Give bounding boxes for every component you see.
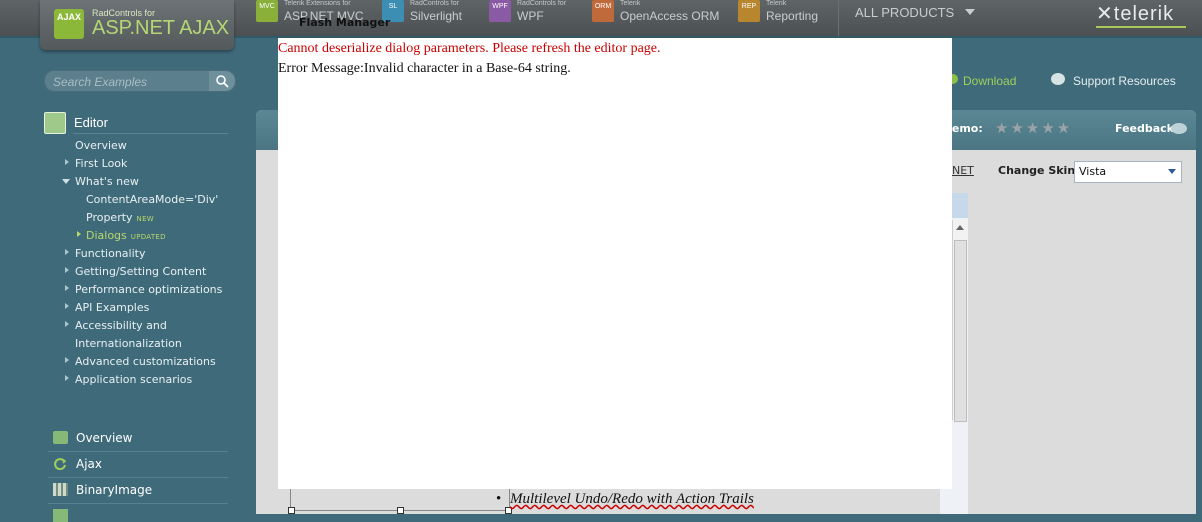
product-subtitle: RadControls for	[517, 0, 567, 7]
product-subtitle: Telerik	[766, 0, 787, 7]
sidebar-item-accessibility[interactable]: Accessibility and	[75, 319, 167, 332]
product-name: WPF	[517, 9, 544, 23]
sidebar-item-advanced-customizations[interactable]: Advanced customizations	[75, 355, 216, 368]
chevron-right-icon	[65, 159, 69, 165]
sidebar-item-property[interactable]: Property NEW	[86, 211, 154, 224]
search-input[interactable]	[51, 73, 205, 90]
logo-title: ASP.NET AJAX	[92, 17, 230, 39]
control-item-ajax[interactable]: Ajax	[76, 457, 102, 471]
product-subtitle: Telerik	[620, 0, 641, 7]
rating-stars[interactable]: ★★★★★	[995, 119, 1072, 137]
product-name: OpenAccess ORM	[620, 9, 720, 23]
net-link[interactable]: NET	[952, 164, 974, 177]
skin-select[interactable]: Vista	[1074, 161, 1182, 183]
sidebar-item-getting-setting-content[interactable]: Getting/Setting Content	[75, 265, 206, 278]
sidebar-item-label: Property	[86, 211, 133, 224]
new-badge: NEW	[136, 215, 155, 223]
chevron-right-icon	[65, 249, 69, 255]
sidebar-item-whats-new[interactable]: What's new	[75, 175, 139, 188]
reporting-icon: REP	[738, 0, 760, 22]
skin-select-value: Vista	[1079, 165, 1107, 178]
ajax-badge-icon: AJAX	[54, 9, 84, 39]
chevron-right-icon	[65, 285, 69, 291]
chevron-down-icon	[1168, 169, 1176, 174]
error-message: Error Message:Invalid character in a Bas…	[278, 61, 571, 76]
sidebar-item-dialogs[interactable]: Dialogs UPDATED	[86, 229, 166, 242]
error-text: Cannot deserialize dialog parameters. Pl…	[278, 41, 661, 56]
flash-manager-dialog: Cannot deserialize dialog parameters. Pl…	[278, 38, 952, 489]
sidebar-item-performance[interactable]: Performance optimizations	[75, 283, 222, 296]
sidebar-item-contentareamode[interactable]: ContentAreaMode='Div'	[86, 193, 218, 206]
product-subtitle: RadControls for	[410, 0, 460, 7]
chevron-down-icon	[965, 9, 975, 15]
orm-icon: ORM	[592, 0, 614, 22]
wpf-icon: WPF	[489, 0, 511, 22]
brand-name: telerik	[1113, 3, 1175, 25]
chevron-down-icon	[62, 179, 70, 184]
divider	[73, 133, 228, 134]
search-button[interactable]	[209, 71, 235, 91]
divider	[48, 451, 228, 452]
control-item-binaryimage[interactable]: BinaryImage	[76, 483, 152, 497]
scrollbar-thumb[interactable]	[954, 240, 967, 422]
search-box	[44, 70, 236, 92]
all-products-label: ALL PRODUCTS	[855, 5, 955, 20]
feedback-link[interactable]: Feedback	[1115, 122, 1174, 135]
resize-handle[interactable]	[505, 507, 512, 514]
brand-underline	[1096, 26, 1186, 28]
resize-handle[interactable]	[397, 507, 404, 514]
product-logo[interactable]: AJAX RadControls for ASP.NET AJAX	[40, 0, 234, 50]
all-products-dropdown[interactable]: ALL PRODUCTS	[838, 0, 979, 36]
product-name: Reporting	[766, 9, 819, 23]
chevron-right-icon	[65, 267, 69, 273]
product-name: Silverlight	[410, 9, 463, 23]
updated-badge: UPDATED	[130, 233, 166, 241]
sidebar-item-api-examples[interactable]: API Examples	[75, 301, 149, 314]
list-item-text: Multilevel Undo/Redo with Action Trails	[510, 491, 754, 507]
sidebar-item-application-scenarios[interactable]: Application scenarios	[75, 373, 192, 386]
chevron-right-icon	[65, 321, 69, 327]
control-item-overview[interactable]: Overview	[76, 431, 133, 445]
binary-image-icon	[53, 483, 68, 496]
sidebar-item-first-look[interactable]: First Look	[75, 157, 127, 170]
section-title: Editor	[74, 115, 108, 130]
chevron-right-icon	[65, 303, 69, 309]
telerik-logo[interactable]: ✕telerik	[1096, 1, 1174, 26]
search-icon	[216, 75, 229, 88]
divider	[48, 477, 228, 478]
support-resources-link[interactable]: Support Resources	[1073, 74, 1176, 88]
refresh-icon	[53, 457, 68, 471]
editor-scrollbar[interactable]	[952, 220, 967, 422]
chevron-right-icon	[65, 375, 69, 381]
overview-icon	[53, 431, 68, 444]
divider	[48, 503, 228, 504]
download-link[interactable]: Download	[963, 74, 1016, 88]
telerik-mark-icon: ✕	[1096, 3, 1114, 25]
change-skin-label: Change Skin:	[998, 164, 1080, 177]
support-icon	[1051, 73, 1065, 85]
star-icon: ★★★★★	[995, 119, 1073, 137]
sidebar-item-internationalization[interactable]: Internationalization	[75, 337, 182, 350]
speech-bubble-icon	[1171, 123, 1187, 134]
sidebar-item-functionality[interactable]: Functionality	[75, 247, 145, 260]
editor-list-item[interactable]: Multilevel Undo/Redo with Action Trails	[496, 491, 754, 508]
resize-handle[interactable]	[288, 507, 295, 514]
chevron-right-icon	[65, 357, 69, 363]
dialog-title: Flash Manager	[299, 16, 391, 29]
chevron-right-icon	[77, 231, 81, 237]
mvc-icon: MVC	[256, 0, 278, 22]
sidebar-item-label: Dialogs	[86, 229, 127, 242]
calendar-icon	[53, 509, 68, 522]
product-subtitle: Telerik Extensions for	[284, 0, 351, 7]
editor-icon	[44, 112, 66, 134]
selected-image[interactable]	[288, 486, 512, 514]
sidebar-item-overview[interactable]: Overview	[75, 139, 127, 152]
scroll-up-icon[interactable]	[956, 225, 964, 230]
